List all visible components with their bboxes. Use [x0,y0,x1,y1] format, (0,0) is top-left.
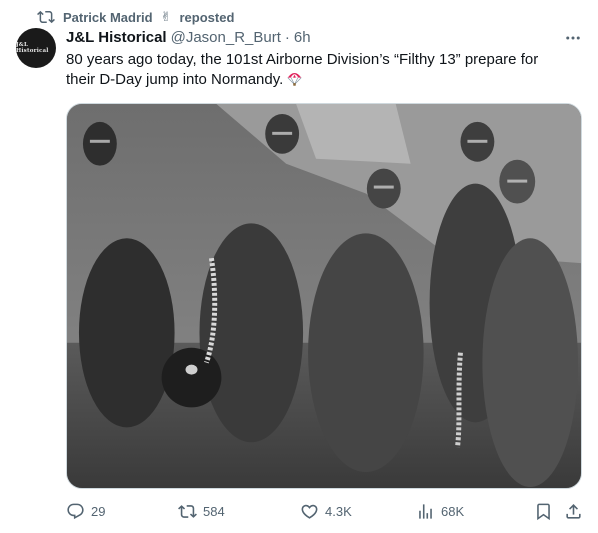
more-icon [566,36,580,40]
reply-count: 29 [91,503,106,519]
tweet-timestamp[interactable]: 6h [294,29,311,46]
tweet-photo[interactable] [66,103,582,489]
avatar-logo-text: J&L Historical [16,42,49,54]
repost-button[interactable]: 584 [178,500,225,522]
bookmark-button[interactable] [534,500,553,522]
repost-icon [178,504,197,518]
repost-count: 584 [203,503,225,519]
reply-icon [67,503,84,519]
repost-indicator[interactable]: Patrick Madrid ✌ reposted [37,7,234,27]
paratroopers-photo [67,104,581,488]
views-button[interactable]: 68K [416,500,464,522]
tweet-header: J&L Historical @Jason_R_Burt · 6h [66,27,311,47]
reply-button[interactable]: 29 [66,500,105,522]
reposter-name[interactable]: Patrick Madrid [63,10,153,25]
repost-icon [37,8,55,26]
victory-hand-emoji: ✌ [160,9,172,24]
tweet-text-line-1: 80 years ago today, the 101st Airborne D… [66,51,539,68]
avatar[interactable]: J&L Historical [16,28,56,68]
repost-verb: reposted [179,9,235,25]
view-count: 68K [441,503,465,519]
share-icon [566,503,581,519]
tweet-actions: 29 584 4.3K 68K [60,500,588,522]
parachute-icon [287,72,302,86]
views-icon [419,503,432,519]
more-options-button[interactable] [560,28,586,48]
tweet-text-line-2-wrap: their D-Day jump into Normandy. [66,70,576,90]
like-icon [301,504,318,519]
author-display-name[interactable]: J&L Historical [66,29,167,46]
tweet-text: 80 years ago today, the 101st Airborne D… [66,50,576,90]
tweet-text-line-2: their D-Day jump into Normandy. [66,71,284,88]
like-button[interactable]: 4.3K [300,500,352,522]
like-count: 4.3K [325,503,352,519]
share-button[interactable] [564,500,583,522]
author-handle[interactable]: @Jason_R_Burt [171,29,281,46]
bookmark-icon [537,503,550,520]
header-separator: · [284,28,290,46]
